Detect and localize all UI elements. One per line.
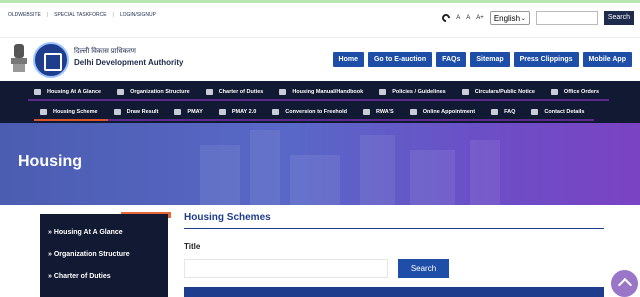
nav-circulars-public-notice[interactable]: Circulars/Public Notice [455, 84, 545, 101]
nav-contact-details[interactable]: Contact Details [525, 104, 595, 121]
title-field-label: Title [184, 242, 201, 251]
title-search-input[interactable] [184, 259, 388, 278]
font-decrease-button[interactable]: A [456, 15, 460, 21]
separator: | [112, 12, 114, 18]
document-icon [205, 88, 213, 95]
font-normal-button[interactable]: A [466, 15, 470, 21]
nav-label: Contact Details [544, 108, 585, 115]
site-search-input[interactable] [535, 11, 598, 25]
building-icon [40, 108, 47, 115]
nav-label: Conversion to Freehold [285, 108, 348, 115]
section-nav: Housing At A Glance Organization Structu… [0, 81, 640, 123]
language-value: English [493, 13, 521, 23]
header-nav: Home Go to E-auction FAQs Sitemap Press … [332, 52, 632, 67]
nav-label: Housing At A Glance [47, 88, 102, 95]
page-banner: Housing [0, 123, 640, 205]
nav-label: Housing Scheme [53, 108, 98, 115]
nav-housing-manual[interactable]: Housing Manual/Handbook [273, 84, 374, 101]
nav-charter-of-duties[interactable]: Charter of Duties [199, 84, 274, 101]
policy-icon [379, 88, 387, 95]
nav-organization-structure[interactable]: Organization Structure [111, 84, 200, 101]
nav-faqs-button[interactable]: FAQs [436, 52, 467, 67]
nav-label: Draw Result [126, 108, 159, 115]
banner-building [470, 140, 500, 205]
chevron-down-icon: ⌄ [520, 15, 526, 22]
login-signup-link[interactable]: LOGIN/SIGNUP [120, 12, 156, 18]
separator: | [46, 12, 49, 18]
top-controls: A A A+ English ⌄ Search [440, 11, 634, 25]
banner-building [250, 130, 280, 205]
section-nav-row-1: Housing At A Glance Organization Structu… [28, 84, 610, 101]
question-icon [491, 108, 499, 115]
nav-label: Housing Manual/Handbook [292, 88, 364, 95]
home-icon [34, 88, 41, 95]
nav-pmay-2[interactable]: PMAY 2.0 [212, 104, 267, 121]
clipboard-icon [550, 88, 558, 95]
nav-e-auction-button[interactable]: Go to E-auction [367, 52, 433, 67]
megaphone-icon [461, 88, 469, 95]
nav-label: Circulars/Public Notice [474, 88, 535, 95]
special-taskforce-link[interactable]: SPECIAL TASKFORCE [54, 12, 106, 18]
font-increase-button[interactable]: A+ [476, 15, 484, 21]
top-links: OLDWEBSITE | SPECIAL TASKFORCE | LOGIN/S… [8, 12, 156, 18]
nav-label: PMAY 2.0 [231, 108, 257, 115]
nav-label: Online Appointment [422, 108, 476, 115]
banner-building [410, 150, 455, 205]
nav-label: Office Orders [563, 88, 600, 95]
site-header: दिल्ली विकास प्राधिकरण Delhi Development… [0, 37, 640, 81]
nav-label: PMAY [187, 108, 203, 115]
nav-faq[interactable]: FAQ [485, 104, 526, 121]
banner-building [360, 135, 395, 205]
divider [184, 228, 604, 229]
org-name: Delhi Development Authority [74, 58, 184, 67]
results-table-header [184, 287, 604, 297]
contact-icon [531, 108, 539, 115]
nav-label: Policies / Guidelines [392, 88, 446, 95]
printer-icon [272, 108, 280, 115]
nav-policies-guidelines[interactable]: Policies / Guidelines [373, 84, 456, 101]
trophy-icon [113, 108, 121, 115]
org-chart-icon [117, 88, 125, 95]
nav-label: Charter of Duties [218, 88, 264, 95]
nav-label: Organization Structure [130, 88, 190, 95]
dda-logo[interactable] [33, 42, 69, 78]
section-title: Housing Schemes [184, 212, 271, 223]
nav-pmay[interactable]: PMAY [168, 104, 213, 121]
banner-building [200, 145, 240, 205]
search-button[interactable]: Search [398, 259, 449, 278]
sidebar-item-organization-structure[interactable]: » Organization Structure [48, 251, 130, 258]
nav-sitemap-button[interactable]: Sitemap [470, 52, 510, 67]
old-website-link[interactable]: OLDWEBSITE [8, 12, 41, 18]
banner-building [290, 155, 340, 205]
nav-press-clippings-button[interactable]: Press Clippings [513, 52, 579, 67]
sidebar-item-housing-at-a-glance[interactable]: » Housing At A Glance [48, 229, 123, 236]
scroll-to-top-button[interactable] [611, 270, 638, 297]
language-select[interactable]: English ⌄ [489, 11, 530, 25]
site-search-button[interactable]: Search [603, 11, 634, 25]
org-name-hindi: दिल्ली विकास प्राधिकरण [74, 48, 136, 55]
people-icon [363, 108, 371, 115]
sidebar-item-charter-of-duties[interactable]: » Charter of Duties [48, 273, 111, 280]
national-emblem-icon [11, 44, 27, 72]
nav-housing-at-a-glance[interactable]: Housing At A Glance [28, 84, 112, 101]
house-icon [174, 108, 182, 115]
nav-online-appointment[interactable]: Online Appointment [403, 104, 486, 121]
book-icon [279, 88, 287, 95]
top-utility-bar: OLDWEBSITE | SPECIAL TASKFORCE | LOGIN/S… [0, 0, 640, 37]
nav-housing-scheme[interactable]: Housing Scheme [34, 104, 108, 121]
nav-conversion-to-freehold[interactable]: Conversion to Freehold [266, 104, 358, 121]
nav-rwas[interactable]: RWA'S [357, 104, 404, 121]
sidebar-menu: » Housing At A Glance » Organization Str… [40, 214, 168, 297]
nav-office-orders[interactable]: Office Orders [544, 84, 610, 101]
house-icon [218, 108, 226, 115]
nav-label: FAQ [504, 108, 516, 115]
section-nav-row-2: Housing Scheme Draw Result PMAY PMAY 2.0… [34, 104, 595, 121]
nav-draw-result[interactable]: Draw Result [107, 104, 169, 121]
nav-mobile-app-button[interactable]: Mobile App [582, 52, 632, 67]
page-title: Housing [18, 153, 82, 170]
contrast-icon[interactable] [440, 12, 452, 24]
nav-label: RWA'S [376, 108, 394, 115]
nav-home-button[interactable]: Home [332, 52, 364, 67]
calendar-icon [409, 108, 417, 115]
